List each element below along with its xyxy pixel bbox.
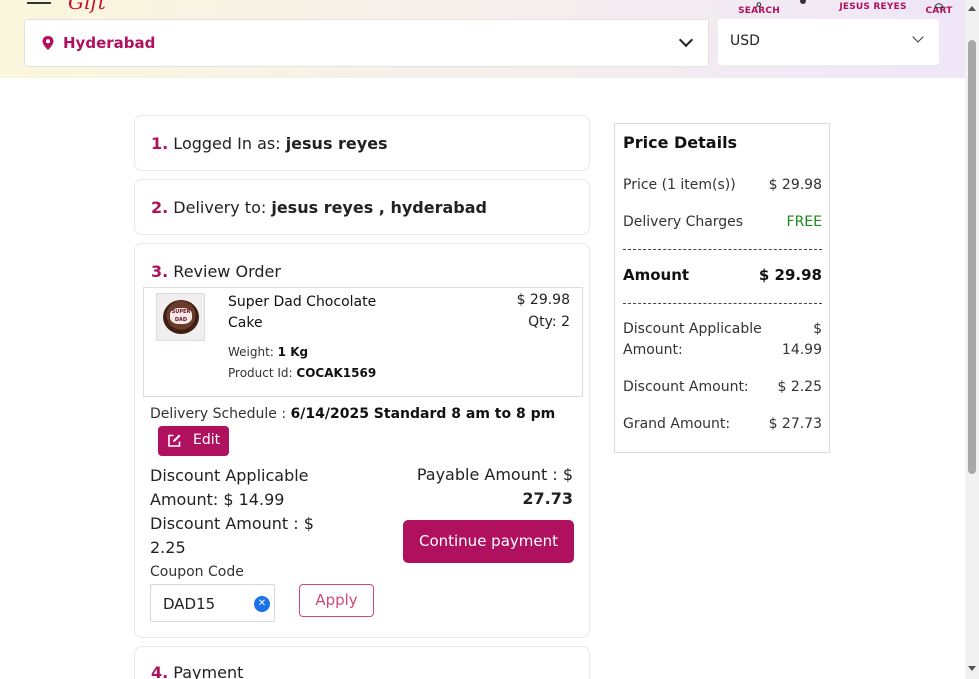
- product-image[interactable]: SUPER DAD: [156, 293, 205, 341]
- delivery-schedule-value: 6/14/2025 Standard 8 am to 8 pm: [290, 406, 556, 422]
- step-payment: 4. Payment: [134, 646, 590, 679]
- discount-applicable-amount: Discount Applicable Amount: $ 14.99: [150, 466, 309, 509]
- product-name[interactable]: Super Dad Chocolate Cake: [228, 292, 398, 334]
- currency-value: USD: [730, 33, 760, 49]
- edit-label: Edit: [193, 432, 221, 448]
- payable-amount: Payable Amount : $ 27.73: [416, 465, 573, 508]
- divider: [623, 303, 822, 304]
- discount-amount: Discount Amount : $ 2.25: [150, 514, 314, 557]
- location-value: Hyderabad: [63, 34, 156, 52]
- scroll-down-arrow-icon[interactable]: [968, 666, 976, 671]
- edit-schedule-button[interactable]: Edit: [158, 426, 229, 456]
- discount-applicable-row: Discount Applicable Amount: $14.99: [623, 321, 822, 358]
- step-review-title: 3. Review Order: [151, 262, 281, 281]
- search-button[interactable]: ⌕ SEARCH: [737, 0, 781, 16]
- delivery-address: jesus reyes , hyderabad: [271, 198, 487, 217]
- menu-icon[interactable]: [27, 0, 51, 6]
- cart-icon: ⌓: [934, 0, 944, 11]
- price-details-panel: Price Details Price (1 item(s)) $ 29.98 …: [614, 123, 830, 453]
- step-delivery-to: 2. Delivery to: jesus reyes , hyderabad: [134, 179, 590, 235]
- logo[interactable]: Gift: [68, 0, 106, 14]
- page-scrollbar[interactable]: [965, 0, 979, 679]
- logged-in-user: jesus reyes: [285, 134, 388, 153]
- price-details-title: Price Details: [623, 133, 738, 152]
- step-logged-in: 1. Logged In as: jesus reyes: [134, 115, 590, 171]
- location-select[interactable]: Hyderabad: [24, 19, 709, 67]
- product-price: $ 29.98: [516, 292, 570, 308]
- currency-select[interactable]: USD: [718, 19, 939, 65]
- edit-icon: [168, 434, 181, 447]
- coupon-code-input[interactable]: DAD15 ✕: [150, 584, 275, 622]
- divider: [623, 249, 822, 250]
- continue-payment-button[interactable]: Continue payment: [403, 520, 574, 563]
- product-id: Product Id: COCAK1569: [228, 366, 377, 380]
- cake-image: SUPER DAD: [163, 300, 199, 334]
- location-pin-icon: [42, 36, 54, 50]
- chevron-down-icon: [678, 32, 694, 48]
- step-review-order: 3. Review Order SUPER DAD Super Dad Choc…: [134, 243, 590, 638]
- payable-amount-value: 27.73: [522, 489, 573, 508]
- product-weight: Weight: 1 Kg: [228, 345, 309, 359]
- step-logged-in-text: 1. Logged In as: jesus reyes: [151, 134, 388, 153]
- order-item: SUPER DAD Super Dad Chocolate Cake $ 29.…: [143, 287, 583, 397]
- clear-icon[interactable]: ✕: [254, 596, 270, 612]
- chevron-down-icon: [912, 31, 924, 43]
- coupon-code-value: DAD15: [163, 595, 216, 613]
- apply-coupon-button[interactable]: Apply: [299, 584, 374, 617]
- notification-icon[interactable]: [800, 0, 806, 4]
- delivery-free-badge: FREE: [786, 214, 822, 230]
- step-payment-title: 4. Payment: [151, 663, 244, 679]
- scroll-up-arrow-icon[interactable]: [968, 6, 976, 11]
- search-icon: ⌕: [755, 0, 763, 11]
- top-header: Gift ⌕ SEARCH JESUS REYES ⌓ CART Hyderab…: [0, 0, 965, 78]
- coupon-code-label: Coupon Code: [150, 564, 244, 580]
- product-qty: Qty: 2: [528, 314, 570, 330]
- account-button[interactable]: JESUS REYES: [838, 2, 908, 12]
- cart-button[interactable]: ⌓ CART: [922, 0, 956, 16]
- step-delivery-text: 2. Delivery to: jesus reyes , hyderabad: [151, 198, 487, 217]
- user-name-label: JESUS REYES: [839, 2, 907, 12]
- scroll-thumb[interactable]: [968, 40, 976, 474]
- delivery-schedule: Delivery Schedule : 6/14/2025 Standard 8…: [150, 406, 556, 422]
